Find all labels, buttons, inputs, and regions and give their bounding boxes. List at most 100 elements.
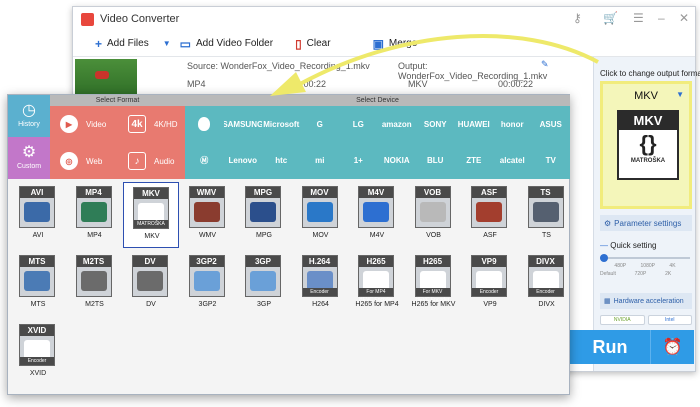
format-tag: DV (133, 256, 167, 267)
format-graphic (193, 202, 220, 222)
format-graphic (476, 202, 502, 222)
zte-logo[interactable]: ZTE (455, 143, 494, 180)
format-tile-wmv[interactable]: WMV WMV (180, 182, 236, 248)
plus-icon: + (95, 36, 103, 51)
hardware-acceleration-button[interactable]: ▦ Hardware acceleration (600, 293, 692, 309)
output-format: MKV (408, 79, 428, 89)
menu-icon[interactable]: ☰ (633, 11, 644, 25)
oneplus-logo[interactable]: 1+ (339, 143, 378, 180)
vp9-file-icon: VP9 Encoder (471, 255, 507, 297)
apple-icon[interactable] (185, 106, 224, 143)
select-device-header: Select Device (185, 95, 570, 106)
slider-knob[interactable] (600, 254, 608, 262)
format-tag: MPG (246, 187, 280, 198)
format-tile-vob[interactable]: VOB VOB (406, 182, 462, 248)
custom-tab[interactable]: ⚙ Custom (8, 137, 50, 179)
google-icon[interactable]: G (301, 106, 340, 143)
format-tile-mpg[interactable]: MPG MPG (236, 182, 292, 248)
merge-icon: ▣ (372, 36, 384, 51)
format-tile-mp4[interactable]: MP4 MP4 (67, 182, 123, 248)
cart-icon[interactable]: 🛒 (603, 11, 618, 25)
merge-button[interactable]: ▣ Merge (373, 37, 418, 51)
format-tile-divx[interactable]: DIVX Encoder DIVX (519, 251, 575, 317)
select-format-header: Select Format (50, 95, 185, 106)
sony-logo[interactable]: SONY (416, 106, 455, 143)
output-format-selector[interactable]: MKV ▼ MKV {} MATROŠKA (600, 81, 692, 209)
dropdown-icon[interactable]: ▼ (163, 39, 176, 48)
format-tile-mov[interactable]: MOV MOV (293, 182, 349, 248)
asus-logo[interactable]: ASUS (532, 106, 571, 143)
microsoft-logo[interactable]: Microsoft (262, 106, 301, 143)
format-tile-h265-for-mkv[interactable]: H265 For MKV HEVC Encoder H265 for MKV (406, 251, 462, 317)
edit-icon[interactable]: ✎ (541, 59, 549, 70)
format-subtitle: Encoder (302, 288, 337, 296)
format-tile-h264[interactable]: H.264 Encoder H264 (293, 251, 349, 317)
format-tile-ts[interactable]: TS TS (519, 182, 575, 248)
format-selection-popup: ◷ History ⚙ Custom Select Format Select De… (7, 94, 570, 395)
format-graphic (80, 202, 107, 222)
format-tile-m2ts[interactable]: M2TS M2TS (67, 251, 123, 317)
format-tag: 3GP2 (189, 256, 224, 267)
alcatel-logo[interactable]: alcatel (493, 143, 532, 180)
history-tab[interactable]: ◷ History (8, 95, 50, 137)
lenovo-logo[interactable]: Lenovo (224, 143, 263, 180)
3gp-file-icon: 3GP (245, 255, 281, 297)
format-tile-avi[interactable]: AVI AVI (10, 182, 66, 248)
format-tile-asf[interactable]: ASF ASF (462, 182, 518, 248)
format-tag: MOV (302, 187, 337, 198)
format-graphic (24, 271, 50, 291)
format-tile-vp9[interactable]: VP9 Encoder VP9 (462, 251, 518, 317)
4k-icon: 4k (128, 115, 146, 133)
category-4k-hd[interactable]: 4k 4K/HD (118, 106, 185, 142)
format-tile-mkv[interactable]: MKV MATROŠKA MKV (123, 182, 179, 248)
format-tile-xvid[interactable]: XVID Encoder XVID (10, 320, 66, 386)
format-tag: H.264 (302, 256, 337, 267)
minimize-icon[interactable]: – (658, 11, 665, 25)
quick-setting-label: — Quick setting (600, 241, 657, 250)
lg-logo[interactable]: LG (339, 106, 378, 143)
format-tag: DIVX (528, 256, 563, 267)
nokia-logo[interactable]: NOKIA (378, 143, 417, 180)
clear-button[interactable]: ▯ Clear (295, 37, 331, 51)
amazon-logo[interactable]: amazon (378, 106, 417, 143)
folder-icon: ▭ (179, 36, 191, 51)
xiaomi-logo[interactable]: mi (301, 143, 340, 180)
huawei-logo[interactable]: HUAWEI (455, 106, 494, 143)
mts-file-icon: MTS (19, 255, 55, 297)
add-files-button[interactable]: + Add Files (95, 37, 149, 51)
format-tag: MP4 (76, 187, 111, 198)
avi-file-icon: AVI (19, 186, 55, 228)
format-subtitle: Encoder (528, 288, 563, 296)
file-row[interactable]: Source: WonderFox_Video_Recording_1.mkv … (73, 57, 573, 99)
samsung-logo[interactable]: SAMSUNG (224, 106, 263, 143)
add-folder-button[interactable]: ▭ Add Video Folder (180, 37, 273, 51)
htc-logo[interactable]: htc (262, 143, 301, 180)
format-tile-h265-for-mp4[interactable]: H265 For MP4 HEVC Encoder H265 for MP4 (349, 251, 405, 317)
alarm-clock-icon[interactable]: ⏰ (650, 330, 694, 364)
close-icon[interactable]: ✕ (679, 11, 689, 25)
divx-file-icon: DIVX Encoder (527, 255, 564, 297)
format-graphic (250, 202, 276, 222)
format-tile-3gp2[interactable]: 3GP2 3GP2 (180, 251, 236, 317)
format-tile-mts[interactable]: MTS MTS (10, 251, 66, 317)
parameter-settings-button[interactable]: ⚙ Parameter settings (600, 215, 692, 231)
category-video[interactable]: ▶ Video (50, 106, 117, 142)
blu-logo[interactable]: BLU (416, 143, 455, 180)
format-tag: AVI (20, 187, 54, 198)
honor-logo[interactable]: honor (493, 106, 532, 143)
format-tile-dv[interactable]: DV DV (123, 251, 179, 317)
tv-icon[interactable]: TV (532, 143, 571, 180)
m4v-file-icon: M4V (358, 186, 394, 228)
format-tile-m4v[interactable]: M4V M4V (349, 182, 405, 248)
quality-slider[interactable] (600, 254, 690, 262)
category-audio[interactable]: ♪ Audio (118, 143, 185, 179)
mp4-file-icon: MP4 (75, 186, 112, 228)
format-tile-3gp[interactable]: 3GP 3GP (236, 251, 292, 317)
motorola-icon[interactable]: Ⓜ (185, 143, 224, 180)
category-web[interactable]: ◎ Web (50, 143, 117, 179)
format-graphic (306, 202, 333, 222)
key-icon[interactable]: ⚷ (573, 11, 582, 25)
run-button[interactable]: Run (570, 330, 650, 364)
format-tag: ASF (472, 187, 506, 198)
xvid-file-icon: XVID Encoder (19, 324, 55, 366)
